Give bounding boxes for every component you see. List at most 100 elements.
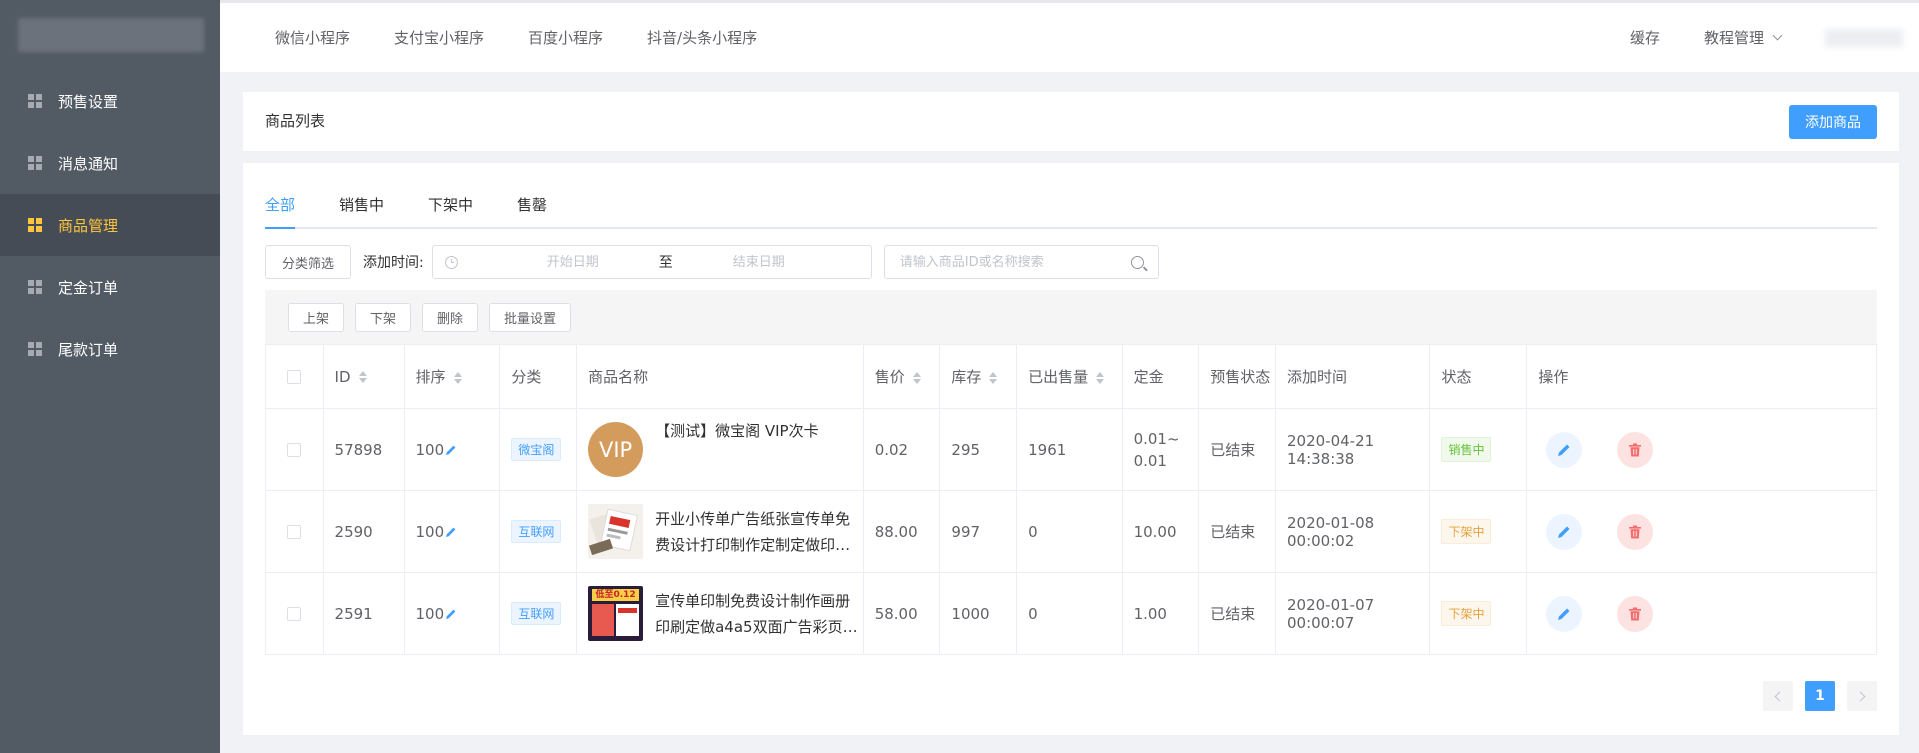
product-thumbnail: [588, 504, 644, 559]
category-filter-button[interactable]: 分类筛选: [265, 245, 352, 279]
pencil-icon: [1558, 526, 1570, 538]
column-header-name: 商品名称: [576, 344, 864, 409]
cell-sold: 1961: [1016, 408, 1123, 491]
top-right-actions: 缓存 教程管理: [1630, 3, 1919, 72]
tab-sold-out[interactable]: 售罄: [517, 183, 547, 227]
column-header-sold[interactable]: 已出售量: [1016, 344, 1123, 409]
sidebar-item-notifications[interactable]: 消息通知: [0, 132, 220, 194]
pencil-icon[interactable]: [445, 526, 457, 538]
sidebar-item-presale-settings[interactable]: 预售设置: [0, 70, 220, 132]
grid-icon: [28, 218, 42, 232]
edit-button[interactable]: [1546, 513, 1583, 550]
cache-link[interactable]: 缓存: [1630, 27, 1660, 48]
off-shelf-button[interactable]: 下架: [355, 302, 412, 332]
delete-row-button[interactable]: [1617, 595, 1654, 632]
pencil-icon[interactable]: [445, 444, 457, 456]
product-name: 宣传单印制免费设计制作画册印刷定做a4a5双面广告彩页dm单页...: [655, 591, 851, 636]
pencil-icon[interactable]: [445, 608, 457, 620]
table-header-row: ID 排序 分类 商品名称 售价 库存 已出售量 定金 预售状态 添加时间 状态…: [265, 344, 1877, 409]
status-badge: 销售中: [1441, 437, 1492, 462]
sort-icon[interactable]: [358, 371, 367, 383]
cell-status: 下架中: [1429, 572, 1528, 655]
tab-all[interactable]: 全部: [265, 183, 296, 229]
cell-add-time: 2020-04-21 14:38:38: [1274, 408, 1431, 491]
date-range-picker[interactable]: 至: [431, 245, 872, 279]
grid-icon: [28, 280, 42, 294]
sidebar-item-deposit-orders[interactable]: 定金订单: [0, 256, 220, 318]
cell-status: 下架中: [1429, 490, 1528, 573]
tutorial-dropdown[interactable]: 教程管理: [1704, 27, 1783, 48]
row-checkbox[interactable]: [287, 525, 302, 539]
sort-icon[interactable]: [1096, 371, 1105, 384]
start-date-input[interactable]: [497, 254, 648, 270]
top-bar: 微信小程序 支付宝小程序 百度小程序 抖音/头条小程序 缓存 教程管理: [220, 0, 1919, 72]
sidebar-item-product-management[interactable]: 商品管理: [0, 194, 220, 256]
cell-product: 低至0.12 宣传单印制免费设计制作画册印刷定做a4a5双面广告彩页dm单页..…: [576, 572, 864, 655]
product-name: 开业小传单广告纸张宣传单免费设计打印制作定制定做印刷品单面: [655, 509, 851, 554]
table-row: 57898 100 微宝阁 VIP 【测试】微宝阁 VIP次卡 0.02 295…: [265, 408, 1877, 491]
tab-alipay-miniprogram[interactable]: 支付宝小程序: [394, 27, 484, 48]
next-page-button[interactable]: [1847, 681, 1877, 711]
select-all-checkbox[interactable]: [287, 370, 302, 384]
cell-id: 57898: [322, 408, 405, 491]
tab-on-sale[interactable]: 销售中: [339, 183, 384, 227]
sidebar-item-label: 商品管理: [58, 216, 119, 235]
tab-baidu-miniprogram[interactable]: 百度小程序: [528, 27, 603, 48]
tab-off-shelf[interactable]: 下架中: [428, 183, 473, 227]
cell-price: 88.00: [862, 490, 941, 573]
column-header-ops: 操作: [1526, 344, 1877, 409]
clock-icon: [444, 255, 458, 269]
cell-product: 开业小传单广告纸张宣传单免费设计打印制作定制定做印刷品单面: [576, 490, 864, 573]
prev-page-button[interactable]: [1763, 681, 1793, 711]
tab-wechat-miniprogram[interactable]: 微信小程序: [275, 27, 350, 48]
sidebar-item-label: 定金订单: [58, 278, 119, 297]
sidebar-item-label: 消息通知: [58, 154, 119, 173]
batch-actions-bar: 上架 下架 删除 批量设置: [265, 290, 1877, 344]
row-checkbox[interactable]: [287, 443, 302, 457]
column-header-id[interactable]: ID: [322, 344, 405, 409]
cell-sort[interactable]: 100: [403, 408, 501, 491]
column-label: ID: [334, 367, 351, 386]
row-select-cell: [265, 490, 324, 573]
column-header-category: 分类: [499, 344, 578, 409]
sort-icon[interactable]: [453, 371, 462, 384]
page-number-button[interactable]: 1: [1805, 681, 1835, 711]
filter-bar: 分类筛选 添加时间: 至: [265, 245, 1159, 279]
status-tabs: 全部 销售中 下架中 售罄: [265, 183, 1877, 229]
page-header: 商品列表 添加商品: [243, 92, 1899, 151]
product-name: 【测试】微宝阁 VIP次卡: [655, 422, 819, 440]
cell-price: 58.00: [862, 572, 941, 655]
delete-button[interactable]: 删除: [422, 302, 479, 332]
delete-row-button[interactable]: [1617, 431, 1654, 468]
sidebar-item-label: 尾款订单: [58, 340, 119, 359]
row-checkbox[interactable]: [287, 607, 302, 621]
search-icon[interactable]: [1130, 255, 1144, 269]
cell-sold: 0: [1016, 490, 1123, 573]
column-header-sort[interactable]: 排序: [403, 344, 501, 409]
add-time-label: 添加时间:: [363, 255, 424, 271]
column-header-stock[interactable]: 库存: [939, 344, 1018, 409]
cell-ops: [1526, 572, 1877, 655]
edit-button[interactable]: [1546, 431, 1583, 468]
add-product-button[interactable]: 添加商品: [1789, 105, 1877, 139]
cell-sort[interactable]: 100: [403, 490, 501, 573]
column-header-price[interactable]: 售价: [862, 344, 941, 409]
sort-icon[interactable]: [912, 371, 921, 384]
cell-product: VIP 【测试】微宝阁 VIP次卡: [576, 408, 864, 491]
user-menu[interactable]: [1825, 28, 1903, 47]
sidebar-item-balance-orders[interactable]: 尾款订单: [0, 318, 220, 380]
trash-icon: [1629, 607, 1642, 620]
end-date-input[interactable]: [683, 254, 834, 270]
app-logo: [18, 18, 204, 52]
sort-icon[interactable]: [989, 371, 998, 384]
tab-douyin-miniprogram[interactable]: 抖音/头条小程序: [647, 27, 757, 48]
on-shelf-button[interactable]: 上架: [288, 302, 345, 332]
trash-icon: [1629, 443, 1642, 456]
cell-id: 2591: [322, 572, 405, 655]
delete-row-button[interactable]: [1617, 513, 1654, 550]
search-input[interactable]: [884, 254, 1131, 270]
batch-settings-button[interactable]: 批量设置: [489, 302, 572, 332]
cell-sort[interactable]: 100: [403, 572, 501, 655]
edit-button[interactable]: [1546, 595, 1583, 632]
product-list-panel: 全部 销售中 下架中 售罄 分类筛选 添加时间: 至 上架 下架 删除 批量设置: [243, 163, 1899, 735]
